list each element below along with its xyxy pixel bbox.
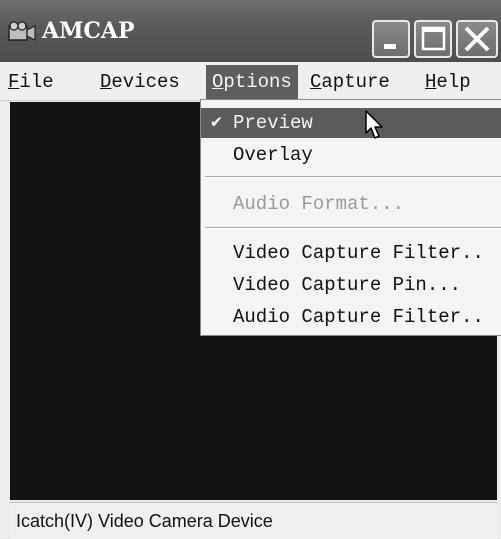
- menu-item-preview[interactable]: ✔ Preview: [201, 108, 501, 138]
- menu-file-mnemonic: F: [8, 71, 20, 93]
- menu-item-video-capture-filter-label: Video Capture Filter..: [233, 242, 484, 264]
- minimize-icon: [384, 44, 396, 49]
- status-device-text: Icatch(IV) Video Camera Device: [16, 511, 273, 531]
- minimize-button[interactable]: [372, 20, 410, 58]
- menu-item-video-capture-pin[interactable]: Video Capture Pin...: [201, 270, 501, 300]
- menu-item-overlay-label: Overlay: [233, 144, 313, 166]
- menu-options-mnemonic: O: [212, 71, 224, 93]
- menu-devices-mnemonic: D: [100, 71, 112, 93]
- close-icon: [464, 26, 490, 52]
- close-button[interactable]: [456, 20, 498, 58]
- menu-help-label: elp: [436, 71, 471, 93]
- menu-item-audio-capture-filter[interactable]: Audio Capture Filter..: [201, 302, 501, 332]
- menu-capture-mnemonic: C: [310, 71, 322, 93]
- menu-options[interactable]: Options: [206, 65, 298, 99]
- title-bar[interactable]: AMCAP: [0, 0, 501, 62]
- menu-bar: File Devices Options Capture Help: [0, 62, 501, 101]
- menu-file[interactable]: File: [8, 71, 54, 95]
- menu-devices[interactable]: Devices: [100, 71, 180, 95]
- menu-item-video-capture-pin-label: Video Capture Pin...: [233, 274, 462, 296]
- menu-separator: [205, 227, 501, 229]
- amcap-window: AMCAP File Devices Options Capture Help …: [0, 0, 501, 539]
- menu-help[interactable]: Help: [425, 71, 471, 95]
- menu-item-audio-format-label: Audio Format...: [233, 193, 405, 215]
- menu-item-video-capture-filter[interactable]: Video Capture Filter..: [201, 238, 501, 268]
- menu-devices-label: evices: [111, 71, 180, 93]
- menu-file-label: ile: [19, 71, 54, 93]
- window-title: AMCAP: [42, 18, 135, 44]
- menu-help-mnemonic: H: [425, 71, 437, 93]
- menu-separator: [205, 176, 501, 178]
- menu-capture[interactable]: Capture: [310, 71, 390, 95]
- menu-capture-label: apture: [321, 71, 390, 93]
- maximize-icon: [421, 26, 446, 51]
- menu-options-label: ptions: [223, 71, 292, 93]
- menu-item-audio-capture-filter-label: Audio Capture Filter..: [233, 306, 484, 328]
- status-bar: Icatch(IV) Video Camera Device: [10, 502, 497, 539]
- maximize-button[interactable]: [414, 20, 452, 58]
- checkmark-icon: ✔: [211, 113, 222, 133]
- options-dropdown-menu: ✔ Preview Overlay Audio Format... Video …: [200, 99, 501, 336]
- menu-item-preview-label: Preview: [233, 112, 313, 134]
- menu-item-overlay[interactable]: Overlay: [201, 140, 501, 170]
- mouse-cursor-icon: [365, 110, 383, 139]
- menu-item-audio-format: Audio Format...: [201, 189, 501, 219]
- camera-app-icon: [8, 20, 38, 44]
